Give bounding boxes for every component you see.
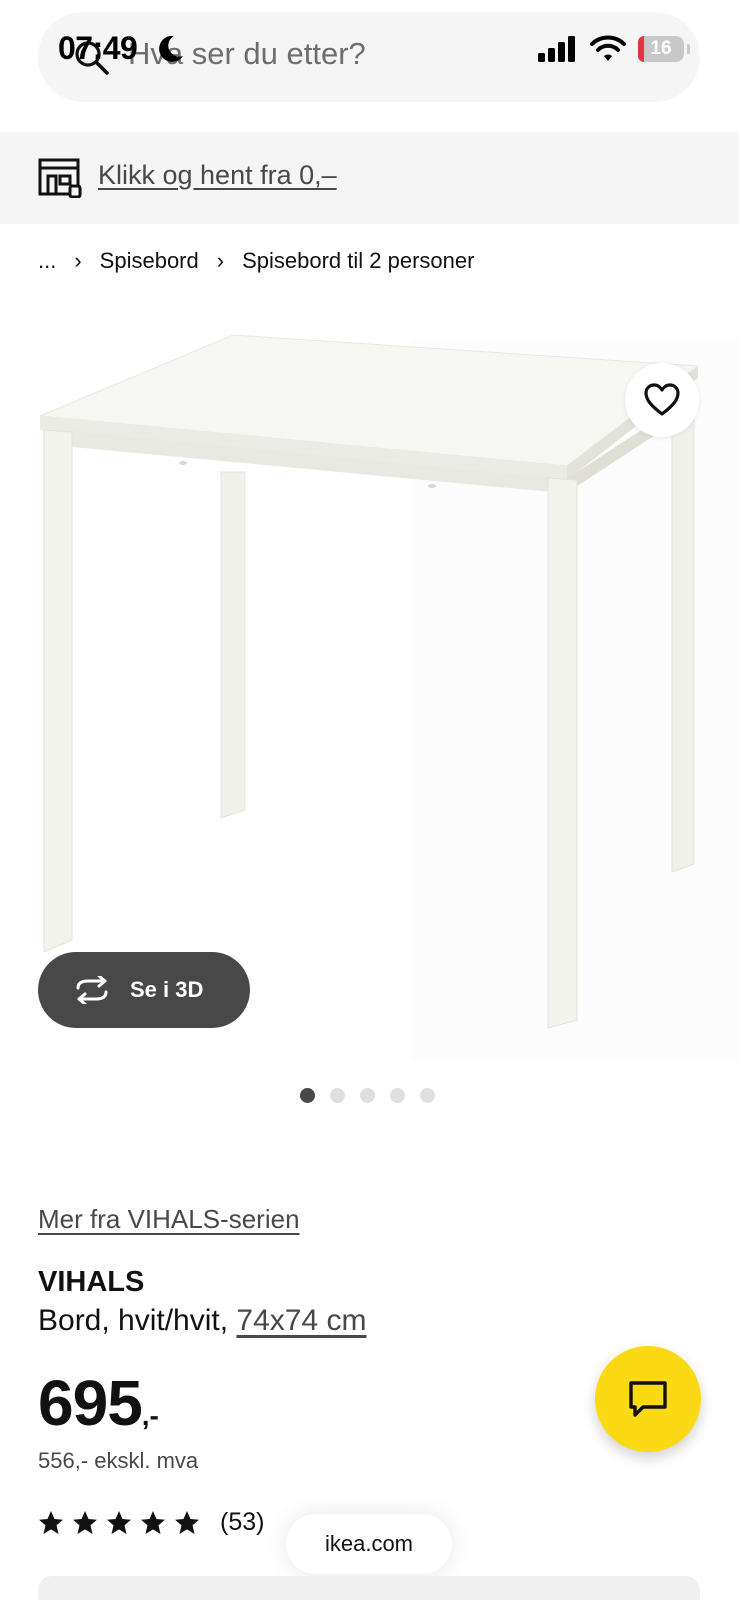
status-time: 07:49 [58, 30, 138, 66]
favorite-button[interactable] [625, 363, 699, 437]
moon-icon [159, 35, 183, 62]
chat-icon [629, 1381, 667, 1417]
next-section-card [38, 1576, 700, 1600]
price-integer: 695 [38, 1367, 143, 1439]
chevron-right-icon: › [216, 248, 225, 273]
price-excl-vat: 556,- ekskl. mva [38, 1448, 199, 1473]
product-description: Bord, hvit/hvit, 74x74 cm [38, 1304, 367, 1338]
click-collect-link[interactable]: Klikk og hent fra 0,– [98, 160, 337, 191]
heart-icon [644, 383, 680, 416]
breadcrumb-item-current[interactable]: Spisebord til 2 personer [242, 248, 474, 274]
product-type: Bord, hvit/hvit, [38, 1304, 229, 1337]
product-price: 695,- [38, 1366, 159, 1440]
breadcrumb-ellipsis[interactable]: ... [38, 248, 56, 274]
pagination-dot[interactable] [360, 1088, 375, 1103]
product-size-link[interactable]: 74x74 cm [236, 1304, 366, 1337]
rotate-3d-icon [76, 976, 108, 1004]
product-rating[interactable]: (53) [38, 1508, 264, 1537]
browser-url: ikea.com [324, 1531, 414, 1556]
pagination-dot[interactable] [390, 1088, 405, 1103]
pagination-dot-active[interactable] [300, 1088, 315, 1103]
pagination-dot[interactable] [330, 1088, 345, 1103]
star-icon [175, 1510, 199, 1534]
click-collect-banner: Klikk og hent fra 0,– [0, 132, 739, 224]
battery-text: 16 [650, 38, 672, 59]
product-name: VIHALS [38, 1266, 145, 1298]
star-icon [39, 1510, 63, 1534]
price-suffix: ,- [141, 1400, 159, 1431]
chevron-right-icon: › [74, 248, 82, 273]
signal-icon [538, 36, 575, 62]
breadcrumb: ... › Spisebord › Spisebord til 2 person… [38, 248, 474, 274]
star-icon [141, 1510, 165, 1534]
chat-button[interactable] [595, 1346, 701, 1452]
view-3d-button[interactable]: Se i 3D [38, 952, 250, 1028]
store-icon [38, 158, 82, 198]
battery-level [638, 36, 644, 62]
breadcrumb-item-spisebord[interactable]: Spisebord [100, 248, 199, 274]
pagination-dot[interactable] [420, 1088, 435, 1103]
image-pagination [300, 1088, 435, 1103]
browser-url-bar[interactable]: ikea.com [286, 1514, 452, 1574]
battery-indicator: 16 [638, 36, 690, 62]
rating-count: (53) [220, 1508, 265, 1536]
series-link[interactable]: Mer fra VIHALS-serien [38, 1204, 300, 1235]
star-icon [73, 1510, 97, 1534]
wifi-icon [590, 35, 626, 61]
star-icon [107, 1510, 131, 1534]
view-3d-label: Se i 3D [130, 977, 204, 1002]
